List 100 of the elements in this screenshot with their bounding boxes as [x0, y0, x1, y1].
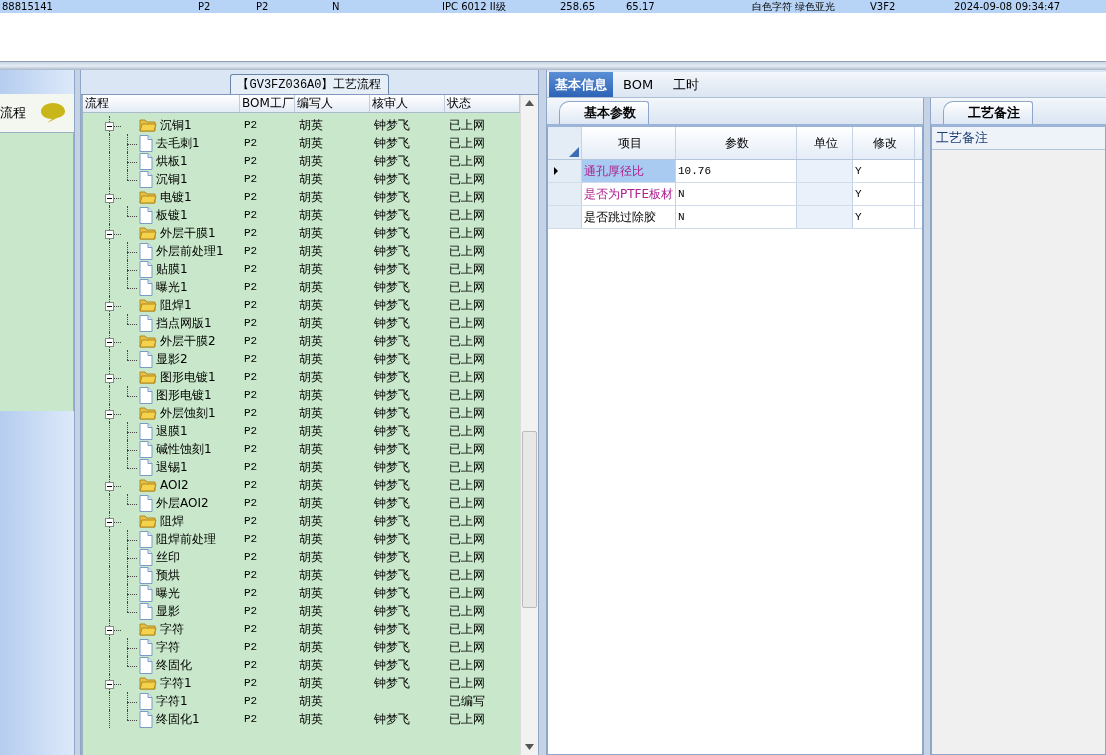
scroll-thumb[interactable] [522, 431, 537, 608]
column-header[interactable]: BOM工厂 [240, 95, 295, 112]
splitter-handle[interactable] [0, 61, 1106, 70]
table-cell-text: 钟梦飞 [373, 134, 411, 152]
column-header[interactable]: 单位 [797, 127, 853, 159]
tree-item[interactable]: 电镀1 [83, 188, 240, 206]
table-cell[interactable]: 通孔厚径比 [582, 160, 676, 182]
tab[interactable]: 基本参数 [559, 101, 649, 124]
tab[interactable]: BOM [613, 72, 664, 97]
tree-item[interactable]: 外层蚀刻1 [83, 404, 240, 422]
table-cell-text: P2 [256, 0, 270, 13]
tree-item[interactable]: 曝光 [83, 584, 240, 602]
table-cell-text: P2 [243, 137, 259, 149]
collapse-icon[interactable] [105, 230, 114, 239]
collapse-icon[interactable] [105, 302, 114, 311]
splitter-handle[interactable] [923, 98, 931, 755]
table-cell-text: 已上网 [448, 638, 486, 656]
tree-item[interactable]: 图形电镀1 [83, 386, 240, 404]
column-header[interactable]: 修改 [853, 127, 915, 159]
table-cell-text: 钟梦飞 [373, 656, 411, 674]
table-cell-text: 已上网 [448, 674, 486, 692]
table-cell-text: 钟梦飞 [373, 620, 411, 638]
tree-item[interactable]: 去毛刺1 [83, 134, 240, 152]
document-icon [139, 422, 153, 440]
tab[interactable]: 基本信息 [549, 72, 613, 97]
table-cell-text: 胡英 [298, 260, 324, 278]
tree-item[interactable]: 板镀1 [83, 206, 240, 224]
column-header[interactable]: 编写人 [295, 95, 370, 112]
empty-cell[interactable] [797, 160, 853, 182]
table-cell[interactable]: 是否为PTFE板材 [582, 183, 676, 205]
row-header[interactable] [548, 160, 582, 182]
record-row[interactable]: 88815141 P2 P2 N IPC 6012 II级 258.65 65.17 白色字符 绿色亚光 V3F2 2024-09-08 09:34:47 [0, 0, 1106, 13]
tree-item[interactable]: 字符 [83, 620, 240, 638]
tree-item[interactable]: 退膜1 [83, 422, 240, 440]
table-cell[interactable]: Y [853, 206, 915, 228]
scrollbar[interactable] [520, 95, 538, 755]
tree-item[interactable]: 阻焊1 [83, 296, 240, 314]
tree-item[interactable]: 丝印 [83, 548, 240, 566]
table-cell-text: P2 [243, 443, 259, 455]
tree-item[interactable]: 显影2 [83, 350, 240, 368]
collapse-icon[interactable] [105, 680, 114, 689]
empty-cell[interactable] [797, 206, 853, 228]
table-cell-text: P2 [243, 245, 259, 257]
empty-cell[interactable] [797, 183, 853, 205]
column-header[interactable]: 核审人 [370, 95, 445, 112]
tree-item[interactable]: 沉铜1 [83, 116, 240, 134]
tab[interactable]: 工艺备注 [943, 101, 1033, 124]
collapse-icon[interactable] [105, 410, 114, 419]
scroll-up-icon[interactable] [525, 100, 534, 106]
tree-item[interactable]: AOI2 [83, 476, 240, 494]
table-cell-text: P2 [243, 209, 259, 221]
column-header[interactable]: 项目 [582, 127, 676, 159]
tree-item[interactable]: 字符 [83, 638, 240, 656]
tree-item[interactable]: 碱性蚀刻1 [83, 440, 240, 458]
table-cell-text: P2 [243, 641, 259, 653]
table-cell-text: 258.65 [560, 0, 596, 13]
tree-item[interactable]: 外层前处理1 [83, 242, 240, 260]
tree-item[interactable]: 退锡1 [83, 458, 240, 476]
collapse-icon[interactable] [105, 518, 114, 527]
tree-item[interactable]: 外层AOI2 [83, 494, 240, 512]
tree-item[interactable]: 图形电镀1 [83, 368, 240, 386]
table-cell[interactable]: 是否跳过除胶 [582, 206, 676, 228]
table-cell-text: 胡英 [298, 170, 324, 188]
tree-item[interactable]: 外层干膜2 [83, 332, 240, 350]
tree-item[interactable]: 阻焊 [83, 512, 240, 530]
tree-item[interactable]: 显影 [83, 602, 240, 620]
tree-item[interactable]: 字符1 [83, 674, 240, 692]
notes-field[interactable] [932, 150, 1105, 754]
tree-item[interactable]: 外层干膜1 [83, 224, 240, 242]
tree-item[interactable]: 曝光1 [83, 278, 240, 296]
table-cell[interactable]: Y [853, 160, 915, 182]
collapse-icon[interactable] [105, 194, 114, 203]
table-cell-text: P2 [243, 299, 259, 311]
column-header[interactable]: 参数 [676, 127, 797, 159]
collapse-icon[interactable] [105, 482, 114, 491]
splitter-handle[interactable] [75, 70, 81, 755]
tree-item[interactable]: 预烘 [83, 566, 240, 584]
table-cell-text: 胡英 [298, 242, 324, 260]
tree-item[interactable]: 终固化 [83, 656, 240, 674]
tree-item[interactable]: 沉铜1 [83, 170, 240, 188]
tab[interactable]: 工时 [663, 72, 710, 97]
column-header[interactable]: 流程 [83, 95, 240, 112]
scroll-down-icon[interactable] [525, 744, 534, 750]
table-cell-text: 胡英 [298, 512, 324, 530]
collapse-icon[interactable] [105, 338, 114, 347]
tree-item[interactable]: 字符1 [83, 692, 240, 710]
tree-item[interactable]: 烘板1 [83, 152, 240, 170]
collapse-icon[interactable] [105, 626, 114, 635]
tree-item[interactable]: 挡点网版1 [83, 314, 240, 332]
splitter-handle[interactable] [538, 70, 547, 755]
table-cell[interactable]: Y [853, 183, 915, 205]
tree-item[interactable]: 阻焊前处理 [83, 530, 240, 548]
collapse-icon[interactable] [105, 374, 114, 383]
tree-item[interactable]: 终固化1 [83, 710, 240, 728]
tree-item[interactable]: 贴膜1 [83, 260, 240, 278]
table-cell-text: 已上网 [448, 278, 486, 296]
table-cell-text: 已上网 [448, 530, 486, 548]
collapse-icon[interactable] [105, 122, 114, 131]
folder-icon [139, 405, 157, 421]
table-cell-text: 胡英 [298, 674, 324, 692]
